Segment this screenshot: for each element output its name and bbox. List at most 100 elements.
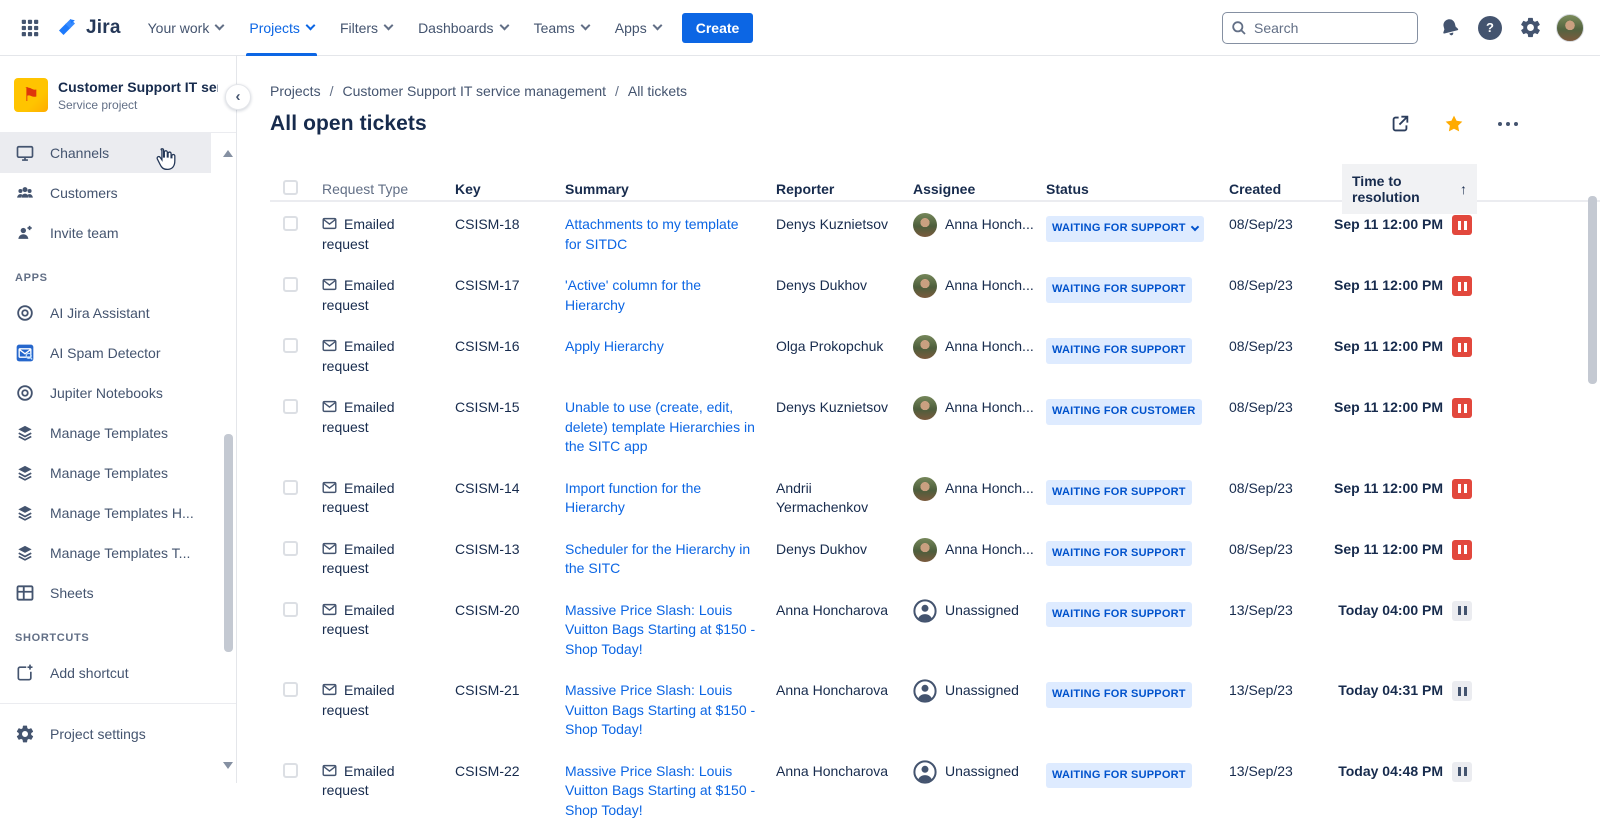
issue-key: CSISM-13: [455, 540, 565, 560]
export-button[interactable]: [1384, 108, 1416, 140]
col-status[interactable]: Status: [1046, 181, 1229, 197]
app-switcher-button[interactable]: [14, 12, 46, 44]
add-shortcut-button[interactable]: Add shortcut: [0, 653, 211, 693]
nav-item-dashboards[interactable]: Dashboards: [405, 0, 521, 56]
sidebar-item-manage-templates-t-[interactable]: Manage Templates T...: [0, 533, 211, 573]
summary-link[interactable]: Massive Price Slash: Louis Vuitton Bags …: [565, 681, 756, 740]
sidebar-scroll-up-arrow[interactable]: [223, 150, 233, 157]
layers-icon: [15, 503, 35, 523]
star-icon: [1443, 113, 1465, 135]
more-actions-button[interactable]: [1492, 108, 1524, 140]
unassigned-avatar-icon: [913, 679, 937, 703]
time-to-resolution-value: Sep 11 12:00 PM: [1334, 540, 1443, 560]
email-icon: [322, 682, 337, 697]
status-lozenge[interactable]: WAITING FOR SUPPORT: [1046, 338, 1192, 364]
row-checkbox[interactable]: [283, 480, 298, 495]
time-to-resolution-value: Sep 11 12:00 PM: [1334, 479, 1443, 499]
summary-link[interactable]: Scheduler for the Hierarchy in the SITC: [565, 540, 756, 579]
search-input[interactable]: [1254, 20, 1394, 36]
select-all-checkbox[interactable]: [283, 180, 298, 195]
col-summary[interactable]: Summary: [565, 181, 776, 197]
nav-item-projects[interactable]: Projects: [236, 0, 327, 56]
nav-item-teams[interactable]: Teams: [521, 0, 602, 56]
search-box[interactable]: [1222, 12, 1418, 44]
issue-key: CSISM-22: [455, 762, 565, 782]
email-icon: [322, 216, 337, 231]
nav-item-apps[interactable]: Apps: [602, 0, 674, 56]
sidebar-collapse-button[interactable]: [225, 84, 251, 110]
help-button[interactable]: ?: [1474, 12, 1506, 44]
row-checkbox[interactable]: [283, 763, 298, 778]
status-lozenge[interactable]: WAITING FOR SUPPORT: [1046, 216, 1204, 242]
status-lozenge[interactable]: WAITING FOR SUPPORT: [1046, 602, 1192, 628]
sidebar-scroll-down-arrow[interactable]: [223, 762, 233, 769]
sla-pause-badge: [1452, 276, 1472, 296]
nav-item-filters[interactable]: Filters: [327, 0, 405, 56]
sidebar-item-ai-jira-assistant[interactable]: AI Jira Assistant: [0, 293, 211, 333]
sidebar-scrollbar[interactable]: [224, 434, 233, 652]
jira-logo-icon: [56, 16, 80, 40]
breadcrumb-all-tickets[interactable]: All tickets: [628, 83, 687, 99]
summary-link[interactable]: Massive Price Slash: Louis Vuitton Bags …: [565, 601, 756, 660]
status-lozenge[interactable]: WAITING FOR SUPPORT: [1046, 682, 1192, 708]
created-date: 08/Sep/23: [1229, 398, 1342, 418]
row-checkbox[interactable]: [283, 541, 298, 556]
shortcuts-section-header: SHORTCUTS: [0, 613, 236, 653]
sidebar-menu: ChannelsCustomersInvite team: [0, 133, 236, 253]
project-settings-button[interactable]: Project settings: [0, 714, 211, 754]
row-checkbox[interactable]: [283, 682, 298, 697]
created-date: 13/Sep/23: [1229, 681, 1342, 701]
created-date: 08/Sep/23: [1229, 276, 1342, 296]
page-scrollbar[interactable]: [1588, 196, 1597, 384]
status-lozenge[interactable]: WAITING FOR SUPPORT: [1046, 480, 1192, 506]
nav-item-your-work[interactable]: Your work: [135, 0, 237, 56]
summary-link[interactable]: Attachments to my template for SITDC: [565, 215, 756, 254]
monitor-icon: [15, 143, 35, 163]
sidebar-item-channels[interactable]: Channels: [0, 133, 211, 173]
status-lozenge[interactable]: WAITING FOR SUPPORT: [1046, 277, 1192, 303]
sidebar-item-invite-team[interactable]: Invite team: [0, 213, 211, 253]
summary-link[interactable]: 'Active' column for the Hierarchy: [565, 276, 756, 315]
settings-button[interactable]: [1514, 12, 1546, 44]
create-button[interactable]: Create: [682, 13, 754, 43]
col-created[interactable]: Created: [1229, 181, 1342, 197]
row-checkbox[interactable]: [283, 277, 298, 292]
sidebar-item-manage-templates[interactable]: Manage Templates: [0, 413, 211, 453]
sidebar-apps: AI Jira AssistantAI Spam DetectorJupiter…: [0, 293, 236, 613]
summary-link[interactable]: Massive Price Slash: Louis Vuitton Bags …: [565, 762, 756, 821]
unassigned-avatar-icon: [913, 760, 937, 784]
status-lozenge[interactable]: WAITING FOR SUPPORT: [1046, 763, 1192, 789]
col-assignee[interactable]: Assignee: [913, 181, 1046, 197]
col-reporter[interactable]: Reporter: [776, 181, 913, 197]
profile-button[interactable]: [1554, 12, 1586, 44]
favorite-button[interactable]: [1438, 108, 1470, 140]
sidebar-item-jupiter-notebooks[interactable]: Jupiter Notebooks: [0, 373, 211, 413]
breadcrumb-projects[interactable]: Projects: [270, 83, 321, 99]
row-checkbox[interactable]: [283, 216, 298, 231]
table-row: Emailed request CSISM-17 'Active' column…: [270, 263, 1600, 324]
row-checkbox[interactable]: [283, 602, 298, 617]
sla-pause-badge: [1452, 479, 1472, 499]
sidebar-item-customers[interactable]: Customers: [0, 173, 211, 213]
summary-link[interactable]: Unable to use (create, edit, delete) tem…: [565, 398, 756, 457]
sidebar-item-ai-spam-detector[interactable]: AI Spam Detector: [0, 333, 211, 373]
summary-link[interactable]: Apply Hierarchy: [565, 337, 664, 357]
notifications-button[interactable]: [1434, 12, 1466, 44]
summary-link[interactable]: Import function for the Hierarchy: [565, 479, 756, 518]
sidebar-item-manage-templates[interactable]: Manage Templates: [0, 453, 211, 493]
col-key[interactable]: Key: [455, 181, 565, 197]
status-lozenge[interactable]: WAITING FOR CUSTOMER: [1046, 399, 1202, 425]
col-time-to-resolution[interactable]: Time to resolution↑: [1342, 164, 1477, 214]
status-lozenge[interactable]: WAITING FOR SUPPORT: [1046, 541, 1192, 567]
search-icon: [1231, 20, 1247, 36]
sidebar-item-manage-templates-h-[interactable]: Manage Templates H...: [0, 493, 211, 533]
assignee-name: Unassigned: [945, 681, 1019, 701]
sidebar-item-sheets[interactable]: Sheets: [0, 573, 211, 613]
breadcrumb-project[interactable]: Customer Support IT service management: [342, 83, 606, 99]
reporter-name: Denys Kuznietsov: [776, 398, 906, 418]
row-checkbox[interactable]: [283, 399, 298, 414]
table-row: Emailed request CSISM-15 Unable to use (…: [270, 385, 1600, 466]
row-checkbox[interactable]: [283, 338, 298, 353]
col-request-type[interactable]: Request Type: [322, 181, 455, 197]
jira-logo[interactable]: Jira: [56, 16, 121, 40]
